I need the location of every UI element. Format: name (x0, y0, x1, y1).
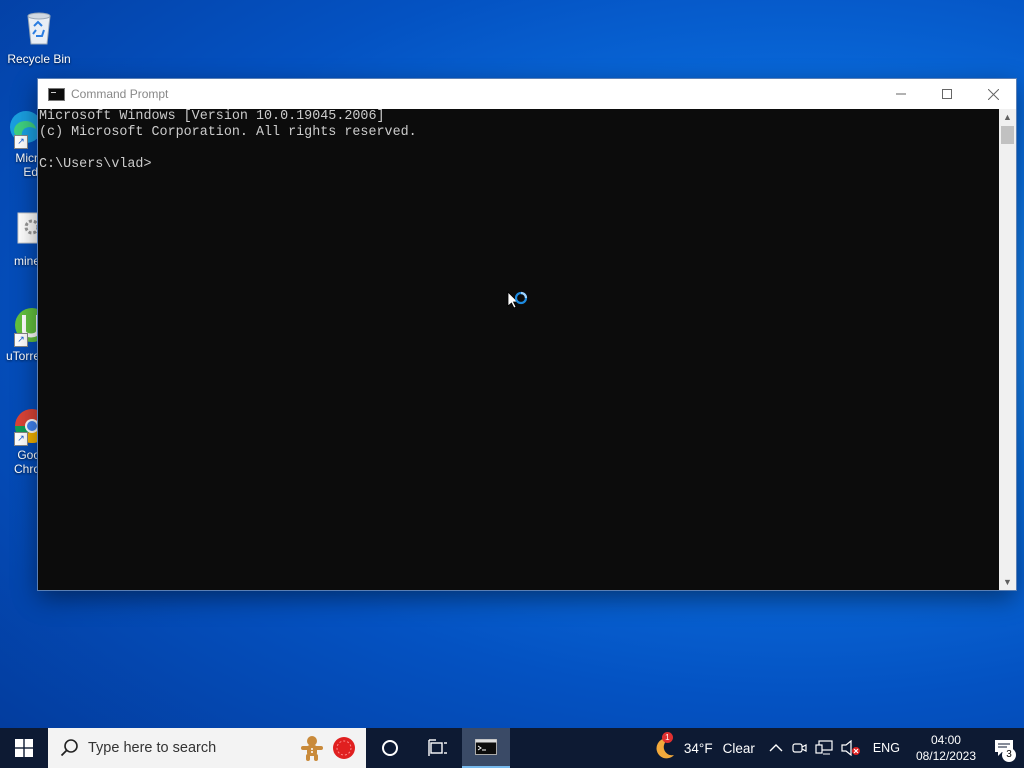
console-prompt-line: C:\Users\vlad> (39, 157, 152, 172)
window-title: Command Prompt (71, 87, 169, 101)
search-icon (60, 739, 78, 757)
recycle-bin-icon (19, 8, 59, 48)
system-tray: 1 34°F Clear ENG 04:00 08/12/2023 3 (648, 728, 1024, 768)
scrollbar-thumb[interactable] (1001, 126, 1014, 144)
command-prompt-window[interactable]: Command Prompt Microsoft Windows [Versio… (38, 79, 1016, 590)
app-icon (0, 210, 40, 250)
gingerbread-icon (301, 736, 323, 761)
desktop-icon-chrome[interactable]: ↗ Goo Chro (0, 404, 40, 476)
clock-time: 04:00 (930, 733, 961, 747)
weather-condition: Clear (722, 740, 755, 756)
task-view-button[interactable] (414, 728, 462, 768)
desktop-icon-label: Goo Chro (13, 448, 40, 476)
console-line: (c) Microsoft Corporation. All rights re… (39, 125, 417, 140)
maximize-button[interactable] (924, 79, 970, 109)
close-button[interactable] (970, 79, 1016, 109)
desktop-icon-label: Micr Ed (15, 151, 38, 179)
chevron-up-icon (769, 744, 783, 752)
vertical-scrollbar[interactable]: ▲ ▼ (999, 109, 1016, 590)
start-button[interactable] (0, 728, 48, 768)
volume-muted-icon (841, 740, 860, 756)
taskbar: Type here to search 1 34°F Clear ENG 04:… (0, 728, 1024, 768)
busy-cursor-icon (507, 291, 529, 313)
chrome-icon: ↗ (0, 404, 40, 446)
network-icon (815, 740, 833, 755)
console-line: ​ (39, 141, 999, 157)
scroll-down-icon[interactable]: ▼ (999, 574, 1016, 590)
utorrent-icon: ↗ (0, 305, 40, 347)
desktop-icon-mine[interactable]: mine (0, 210, 40, 268)
volume-button[interactable] (837, 728, 865, 768)
windows-logo-icon (15, 739, 33, 757)
taskbar-command-prompt-button[interactable] (462, 728, 510, 768)
command-prompt-icon (475, 739, 497, 755)
command-prompt-icon (48, 87, 65, 101)
desktop-icon-label: Recycle Bin (7, 52, 71, 66)
input-language-button[interactable]: ENG (865, 728, 908, 768)
minimize-icon (896, 93, 906, 95)
notification-count-badge: 3 (1002, 748, 1016, 762)
console-line: Microsoft Windows [Version 10.0.19045.20… (39, 109, 385, 124)
meet-now-icon (792, 743, 807, 753)
desktop-icon-edge[interactable]: ↗ Micr Ed (0, 107, 40, 179)
desktop-icon-label: uTorre (5, 349, 40, 363)
desktop-icon-recycle-bin[interactable]: Recycle Bin (0, 8, 78, 66)
meet-now-button[interactable] (787, 728, 811, 768)
clock[interactable]: 04:00 08/12/2023 (908, 732, 984, 764)
ornament-icon (333, 737, 355, 759)
weather-alert-badge: 1 (661, 732, 673, 743)
action-center-button[interactable]: 3 (984, 728, 1024, 768)
window-titlebar[interactable]: Command Prompt (38, 79, 1016, 109)
clock-date: 08/12/2023 (915, 749, 976, 763)
maximize-icon (942, 89, 952, 99)
taskbar-search-box[interactable]: Type here to search (48, 728, 366, 768)
desktop-icon-label: mine (13, 254, 40, 268)
desktop-icon-utorrent[interactable]: ↗ uTorre (0, 305, 40, 363)
weather-temperature: 34°F (683, 740, 713, 756)
network-button[interactable] (811, 728, 837, 768)
minimize-button[interactable] (878, 79, 924, 109)
weather-widget[interactable]: 1 34°F Clear (648, 728, 759, 768)
task-view-icon (428, 739, 447, 756)
show-hidden-icons-button[interactable] (765, 728, 787, 768)
search-placeholder: Type here to search (88, 740, 217, 756)
cortana-button[interactable] (366, 728, 414, 768)
edge-icon: ↗ (0, 107, 40, 149)
close-icon (987, 88, 999, 100)
console-output[interactable]: Microsoft Windows [Version 10.0.19045.20… (38, 109, 999, 590)
search-highlight[interactable] (298, 734, 358, 762)
cortana-circle-icon (382, 740, 398, 756)
scroll-up-icon[interactable]: ▲ (999, 109, 1016, 125)
